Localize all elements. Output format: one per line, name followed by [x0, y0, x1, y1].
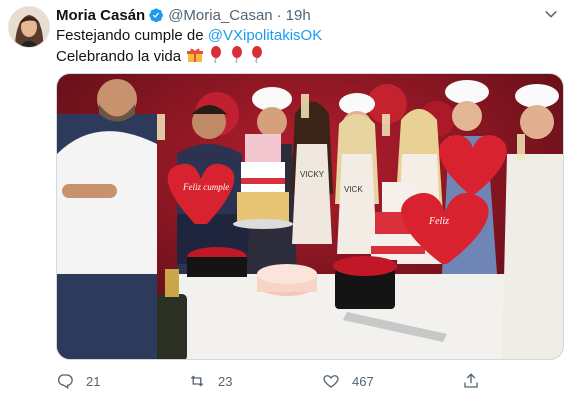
- apron-text-2: VICK: [344, 185, 363, 194]
- retweet-count: 23: [218, 373, 233, 389]
- like-button[interactable]: 467: [322, 368, 374, 394]
- tweet-text-prefix: Festejando cumple de: [56, 27, 208, 44]
- party-photo: VICKY VICK Feliz cumple Feliz: [57, 74, 563, 359]
- tweet-header: Moria Casán @Moria_Casan · 19h: [56, 5, 311, 25]
- heart-icon: [323, 375, 339, 388]
- share-icon: [464, 373, 478, 388]
- reply-icon: [57, 374, 73, 389]
- verified-badge-icon: [148, 7, 164, 23]
- reply-count: 21: [86, 373, 101, 389]
- tweet-time[interactable]: 19h: [286, 7, 311, 24]
- like-count: 467: [352, 373, 374, 389]
- author-name[interactable]: Moria Casán: [56, 7, 145, 24]
- tweet-photo[interactable]: VICKY VICK Feliz cumple Feliz: [56, 73, 564, 360]
- balloon-text-right: Feliz: [428, 216, 449, 227]
- rose-box-left: [187, 247, 247, 277]
- person-left: [57, 79, 157, 359]
- rose-box: [333, 256, 397, 309]
- apron-text-1: VICKY: [300, 170, 325, 179]
- balloon-text-left: Feliz cumple: [182, 182, 229, 192]
- retweet-button[interactable]: 23: [188, 368, 232, 394]
- balloon-emoji-icon: [230, 46, 244, 69]
- tweet-text-line2: Celebrando la vida: [56, 48, 182, 65]
- cake-front: [257, 264, 317, 296]
- tweet-text: Festejando cumple de @VXipolitakisOK Cel…: [56, 26, 322, 69]
- person-woman-1: VICKY: [291, 101, 333, 244]
- tweet-actions: 21 23 467: [56, 368, 572, 394]
- tweet-card[interactable]: Moria Casán @Moria_Casan · 19h Festejand…: [0, 0, 580, 402]
- avatar-image: [9, 7, 49, 47]
- balloon-emoji-icon: [209, 46, 223, 69]
- more-options-button[interactable]: [538, 1, 564, 27]
- share-button[interactable]: [462, 368, 480, 394]
- reply-button[interactable]: 21: [56, 368, 100, 394]
- separator-dot: ·: [276, 6, 282, 24]
- gift-emoji-icon: [187, 47, 204, 69]
- balloon-emoji-icon: [250, 46, 264, 69]
- avatar[interactable]: [8, 6, 50, 48]
- retweet-icon: [190, 375, 204, 387]
- chevron-down-icon: [545, 10, 557, 18]
- mention-link[interactable]: @VXipolitakisOK: [208, 27, 322, 44]
- author-handle[interactable]: @Moria_Casan: [168, 7, 272, 24]
